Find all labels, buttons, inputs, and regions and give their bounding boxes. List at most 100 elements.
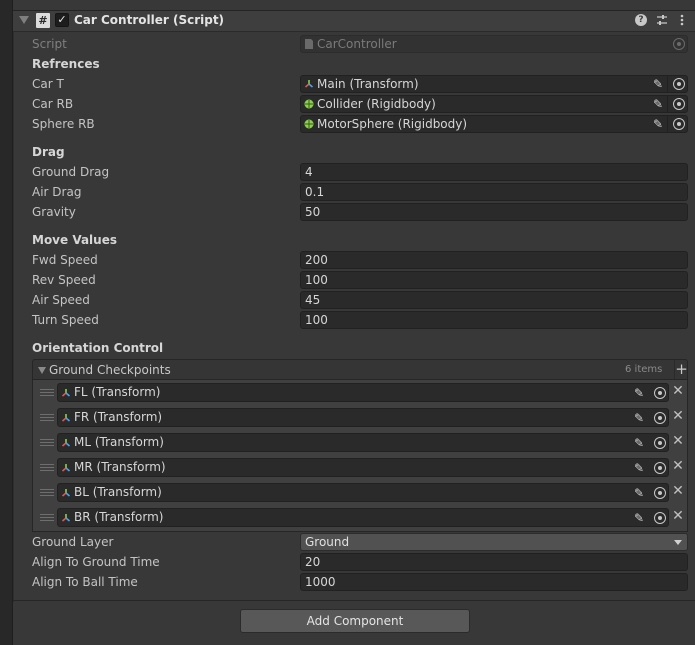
object-picker-icon[interactable] bbox=[654, 462, 666, 474]
divider bbox=[13, 600, 695, 601]
turn-speed-input[interactable]: 100 bbox=[300, 311, 688, 329]
list-item: FL (Transform) ✎ ✕ bbox=[33, 380, 687, 405]
air-drag-input[interactable]: 0.1 bbox=[300, 183, 688, 201]
chevron-down-icon bbox=[674, 540, 682, 545]
drag-handle-icon[interactable] bbox=[40, 489, 54, 496]
list-item: MR (Transform) ✎ ✕ bbox=[33, 455, 687, 480]
remove-item-icon[interactable]: ✕ bbox=[671, 458, 685, 474]
component-header[interactable]: # ✓ Car Controller (Script) ? bbox=[13, 11, 695, 32]
ground-drag-label: Ground Drag bbox=[32, 165, 110, 179]
checkpoint-value: FL (Transform) bbox=[74, 385, 161, 399]
checkpoint-value: FR (Transform) bbox=[74, 410, 163, 424]
transform-icon bbox=[61, 489, 71, 497]
enabled-checkbox[interactable]: ✓ bbox=[55, 13, 69, 27]
car-t-value: Main (Transform) bbox=[317, 77, 419, 91]
car-t-field[interactable]: Main (Transform) ✎ bbox=[300, 75, 688, 93]
ground-layer-dropdown[interactable]: Ground bbox=[300, 533, 688, 551]
ground-drag-input[interactable]: 4 bbox=[300, 163, 688, 181]
transform-icon bbox=[61, 514, 71, 522]
rev-speed-label: Rev Speed bbox=[32, 273, 96, 287]
edit-pencil-icon[interactable]: ✎ bbox=[653, 78, 665, 90]
ground-layer-label: Ground Layer bbox=[32, 535, 114, 549]
object-picker-icon[interactable] bbox=[654, 512, 666, 524]
section-orientation-control: Orientation Control bbox=[32, 341, 164, 355]
align-ground-label: Align To Ground Time bbox=[32, 555, 160, 569]
fwd-speed-input[interactable]: 200 bbox=[300, 251, 688, 269]
transform-icon bbox=[61, 389, 71, 397]
ground-checkpoints-list: FL (Transform) ✎ ✕ FR (Transform) ✎ ✕ ML… bbox=[32, 380, 688, 532]
list-item: BR (Transform) ✎ ✕ bbox=[33, 505, 687, 530]
add-item-icon[interactable]: + bbox=[674, 360, 688, 379]
car-rb-field[interactable]: Collider (Rigidbody) ✎ bbox=[300, 95, 688, 113]
checkpoint-field[interactable]: MR (Transform) ✎ bbox=[57, 458, 669, 477]
divider bbox=[667, 75, 668, 93]
divider bbox=[667, 95, 668, 113]
checkpoint-field[interactable]: BL (Transform) ✎ bbox=[57, 483, 669, 502]
fwd-speed-label: Fwd Speed bbox=[32, 253, 98, 267]
script-value: CarController bbox=[317, 37, 397, 51]
remove-item-icon[interactable]: ✕ bbox=[671, 433, 685, 449]
object-picker-icon[interactable] bbox=[673, 98, 685, 110]
drag-handle-icon[interactable] bbox=[40, 464, 54, 471]
edit-pencil-icon[interactable]: ✎ bbox=[634, 437, 646, 449]
drag-handle-icon[interactable] bbox=[40, 389, 54, 396]
checkpoint-value: BR (Transform) bbox=[74, 510, 164, 524]
object-picker-icon[interactable] bbox=[654, 412, 666, 424]
align-ground-input[interactable]: 20 bbox=[300, 553, 688, 571]
sphere-rb-value: MotorSphere (Rigidbody) bbox=[317, 117, 468, 131]
object-picker-icon[interactable] bbox=[654, 387, 666, 399]
checkpoint-field[interactable]: BR (Transform) ✎ bbox=[57, 508, 669, 527]
car-rb-label: Car RB bbox=[32, 97, 74, 111]
script-field: CarController bbox=[300, 35, 688, 53]
transform-icon bbox=[61, 439, 71, 447]
list-count: 6 items bbox=[625, 364, 663, 375]
edit-pencil-icon[interactable]: ✎ bbox=[634, 487, 646, 499]
remove-item-icon[interactable]: ✕ bbox=[671, 408, 685, 424]
ground-checkpoints-header[interactable]: Ground Checkpoints 6 items + bbox=[32, 359, 688, 380]
gravity-input[interactable]: 50 bbox=[300, 203, 688, 221]
add-component-button[interactable]: Add Component bbox=[240, 609, 470, 633]
script-label: Script bbox=[32, 37, 67, 51]
checkpoint-field[interactable]: FR (Transform) ✎ bbox=[57, 408, 669, 427]
component-left-border bbox=[13, 32, 14, 602]
edit-pencil-icon[interactable]: ✎ bbox=[634, 462, 646, 474]
align-ball-label: Align To Ball Time bbox=[32, 575, 138, 589]
checkpoint-value: MR (Transform) bbox=[74, 460, 166, 474]
more-options-icon[interactable] bbox=[675, 13, 689, 27]
sphere-rb-label: Sphere RB bbox=[32, 117, 95, 131]
drag-handle-icon[interactable] bbox=[40, 514, 54, 521]
air-drag-label: Air Drag bbox=[32, 185, 82, 199]
object-picker-icon[interactable] bbox=[673, 118, 685, 130]
foldout-arrow-icon[interactable] bbox=[38, 367, 46, 374]
sphere-rb-field[interactable]: MotorSphere (Rigidbody) ✎ bbox=[300, 115, 688, 133]
object-picker-icon[interactable] bbox=[654, 437, 666, 449]
checkpoint-value: BL (Transform) bbox=[74, 485, 162, 499]
edit-pencil-icon[interactable]: ✎ bbox=[653, 98, 665, 110]
air-speed-input[interactable]: 45 bbox=[300, 291, 688, 309]
drag-handle-icon[interactable] bbox=[40, 439, 54, 446]
object-picker-icon[interactable] bbox=[654, 487, 666, 499]
list-item: FR (Transform) ✎ ✕ bbox=[33, 405, 687, 430]
presets-icon[interactable] bbox=[655, 13, 669, 27]
align-ball-input[interactable]: 1000 bbox=[300, 573, 688, 591]
edit-pencil-icon[interactable]: ✎ bbox=[653, 118, 665, 130]
ground-checkpoints-title: Ground Checkpoints bbox=[49, 363, 171, 377]
checkpoint-field[interactable]: FL (Transform) ✎ bbox=[57, 383, 669, 402]
drag-handle-icon[interactable] bbox=[40, 414, 54, 421]
turn-speed-label: Turn Speed bbox=[32, 313, 99, 327]
edit-pencil-icon[interactable]: ✎ bbox=[634, 512, 646, 524]
script-file-icon bbox=[305, 39, 313, 49]
edit-pencil-icon[interactable]: ✎ bbox=[634, 412, 646, 424]
remove-item-icon[interactable]: ✕ bbox=[671, 483, 685, 499]
rev-speed-input[interactable]: 100 bbox=[300, 271, 688, 289]
remove-item-icon[interactable]: ✕ bbox=[671, 508, 685, 524]
help-icon[interactable]: ? bbox=[635, 14, 647, 26]
transform-icon bbox=[61, 464, 71, 472]
edit-pencil-icon[interactable]: ✎ bbox=[634, 387, 646, 399]
object-picker-icon[interactable] bbox=[673, 78, 685, 90]
foldout-arrow-icon[interactable] bbox=[19, 16, 29, 24]
checkpoint-field[interactable]: ML (Transform) ✎ bbox=[57, 433, 669, 452]
remove-item-icon[interactable]: ✕ bbox=[671, 383, 685, 399]
checkpoint-value: ML (Transform) bbox=[74, 435, 164, 449]
divider bbox=[667, 115, 668, 133]
